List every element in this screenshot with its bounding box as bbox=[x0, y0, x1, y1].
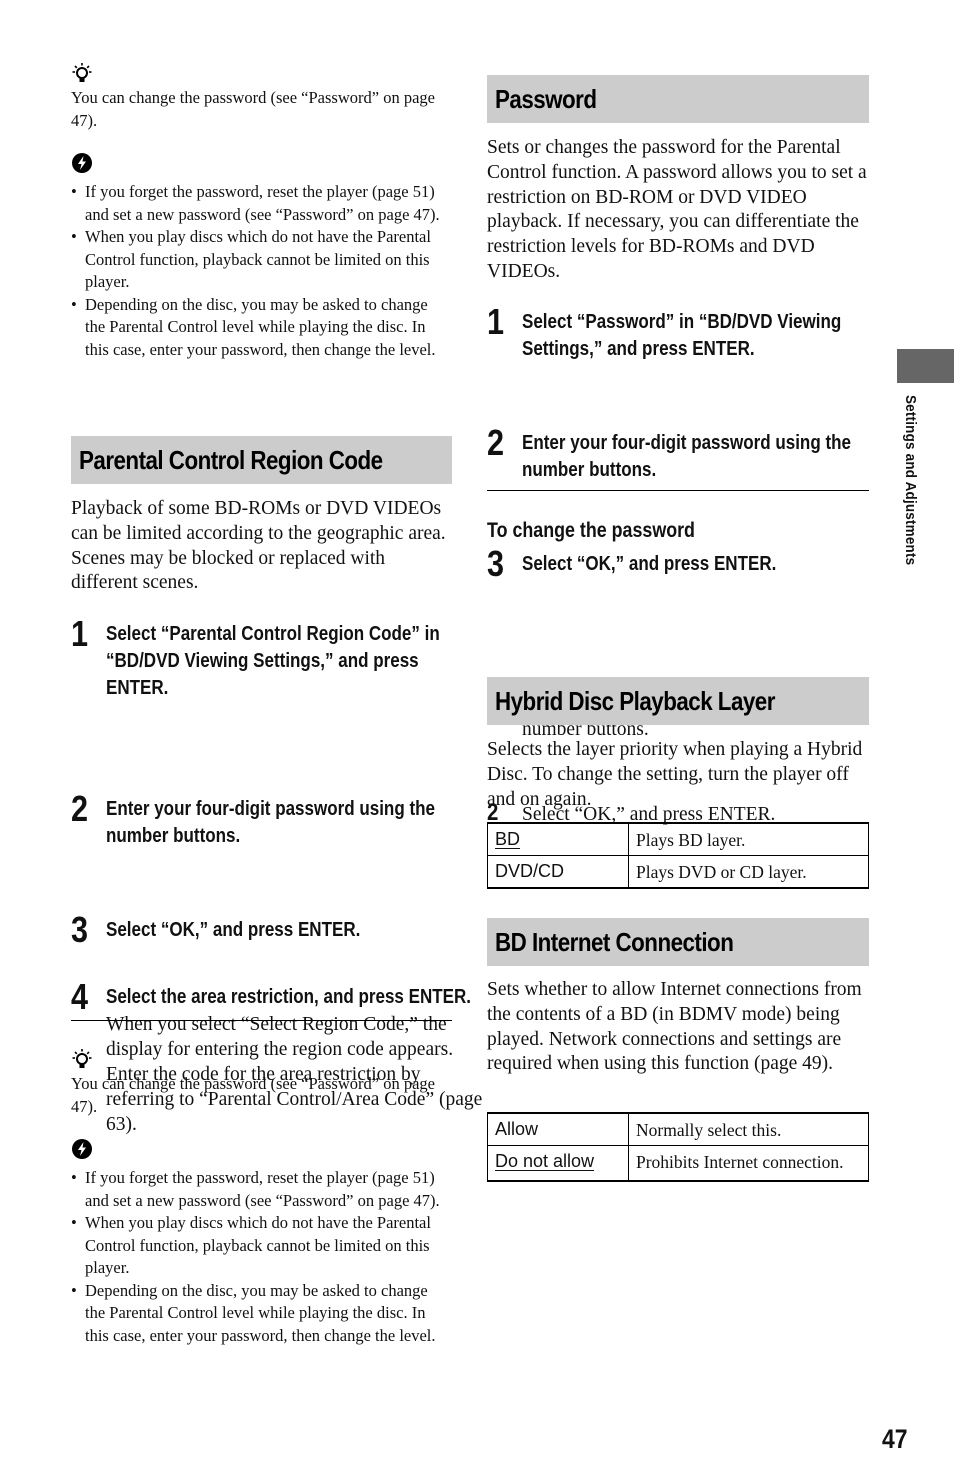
lightbulb-hint-icon bbox=[71, 62, 93, 89]
section-title: BD Internet Connection bbox=[495, 926, 734, 957]
step-text: Enter your four-digit password using the… bbox=[106, 797, 435, 847]
change-password-heading: To change the password bbox=[487, 519, 695, 542]
option-name: DVD/CD bbox=[495, 861, 565, 881]
option-description: Plays DVD or CD layer. bbox=[628, 855, 869, 889]
password-step-3: 3 Select “OK,” and press ENTER. bbox=[487, 544, 904, 584]
note-bullet: When you play discs which do not have th… bbox=[71, 1212, 452, 1280]
chapter-tab-marker bbox=[897, 349, 954, 383]
table-row: Do not allow Prohibits Internet connecti… bbox=[487, 1145, 869, 1182]
section-header-hybrid-disc: Hybrid Disc Playback Layer bbox=[487, 677, 869, 725]
note-bullet: If you forget the password, reset the pl… bbox=[71, 181, 452, 226]
hint-block-top: You can change the password (see “Passwo… bbox=[71, 62, 452, 132]
option-description: Prohibits Internet connection. bbox=[628, 1145, 869, 1182]
table-row: DVD/CD Plays DVD or CD layer. bbox=[487, 855, 869, 889]
left-column: You can change the password (see “Passwo… bbox=[71, 0, 482, 1345]
region-step-2: 2 Enter your four-digit password using t… bbox=[71, 789, 487, 849]
step-text: Select “Password” in “BD/DVD Viewing Set… bbox=[522, 310, 842, 360]
section-header-region-code: Parental Control Region Code bbox=[71, 436, 452, 484]
hint-text: You can change the password (see “Passwo… bbox=[71, 1074, 435, 1116]
section-title: Parental Control Region Code bbox=[79, 444, 383, 475]
hint-block-bottom: You can change the password (see “Passwo… bbox=[71, 1048, 452, 1118]
step-text: Select “Parental Control Region Code” in… bbox=[106, 622, 440, 699]
internet-intro: Sets whether to allow Internet connectio… bbox=[487, 979, 862, 1075]
lightbulb-hint-icon bbox=[71, 1048, 93, 1075]
note-block-top: If you forget the password, reset the pl… bbox=[71, 152, 452, 361]
region-step-3: 3 Select “OK,” and press ENTER. bbox=[71, 910, 487, 950]
right-column: Password Sets or changes the password fo… bbox=[487, 0, 869, 1182]
section-title: Hybrid Disc Playback Layer bbox=[495, 685, 775, 716]
divider bbox=[71, 1020, 452, 1021]
caution-note-icon bbox=[71, 152, 93, 179]
table-row: Allow Normally select this. bbox=[487, 1112, 869, 1146]
divider bbox=[487, 490, 869, 491]
caution-note-icon bbox=[71, 1138, 93, 1165]
note-bullet: Depending on the disc, you may be asked … bbox=[71, 1280, 452, 1348]
note-bullet-list: If you forget the password, reset the pl… bbox=[71, 181, 452, 361]
hybrid-intro: Selects the layer priority when playing … bbox=[487, 739, 863, 810]
chapter-tab-label: Settings and Adjustments bbox=[902, 395, 919, 566]
section-title: Password bbox=[495, 83, 597, 114]
option-description: Normally select this. bbox=[628, 1112, 869, 1146]
step-number: 3 bbox=[487, 543, 505, 584]
note-bullet-list: If you forget the password, reset the pl… bbox=[71, 1167, 452, 1347]
step-text: Select “OK,” and press ENTER. bbox=[106, 918, 361, 941]
step-text: Select the area restriction, and press E… bbox=[106, 985, 472, 1008]
hybrid-options-table: BD Plays BD layer. DVD/CD Plays DVD or C… bbox=[487, 822, 869, 889]
region-code-intro: Playback of some BD-ROMs or DVD VIDEOs c… bbox=[71, 498, 446, 594]
option-name: BD bbox=[495, 829, 521, 849]
password-intro: Sets or changes the password for the Par… bbox=[487, 137, 867, 282]
internet-options-table: Allow Normally select this. Do not allow… bbox=[487, 1112, 869, 1182]
option-name: Allow bbox=[495, 1119, 539, 1139]
section-header-password: Password bbox=[487, 75, 869, 123]
password-step-1: 1 Select “Password” in “BD/DVD Viewing S… bbox=[487, 302, 904, 362]
note-bullet: When you play discs which do not have th… bbox=[71, 226, 452, 294]
option-name: Do not allow bbox=[495, 1151, 595, 1171]
hint-text: You can change the password (see “Passwo… bbox=[71, 88, 435, 130]
step-number: 1 bbox=[71, 613, 89, 654]
step-number: 4 bbox=[71, 976, 89, 1017]
page-number: 47 bbox=[882, 1424, 908, 1454]
step-number: 1 bbox=[487, 301, 505, 342]
note-bullet: Depending on the disc, you may be asked … bbox=[71, 294, 452, 362]
table-row: BD Plays BD layer. bbox=[487, 822, 869, 856]
password-step-2: 2 Enter your four-digit password using t… bbox=[487, 423, 904, 483]
step-number: 3 bbox=[71, 909, 89, 950]
region-step-1: 1 Select “Parental Control Region Code” … bbox=[71, 614, 487, 701]
step-number: 2 bbox=[71, 788, 89, 829]
option-description: Plays BD layer. bbox=[628, 822, 869, 856]
step-text: Enter your four-digit password using the… bbox=[522, 431, 851, 481]
step-text: Select “OK,” and press ENTER. bbox=[522, 552, 777, 575]
section-header-bd-internet: BD Internet Connection bbox=[487, 918, 869, 966]
step-number: 2 bbox=[487, 422, 505, 463]
note-bullet: If you forget the password, reset the pl… bbox=[71, 1167, 452, 1212]
note-block-bottom: If you forget the password, reset the pl… bbox=[71, 1138, 452, 1347]
